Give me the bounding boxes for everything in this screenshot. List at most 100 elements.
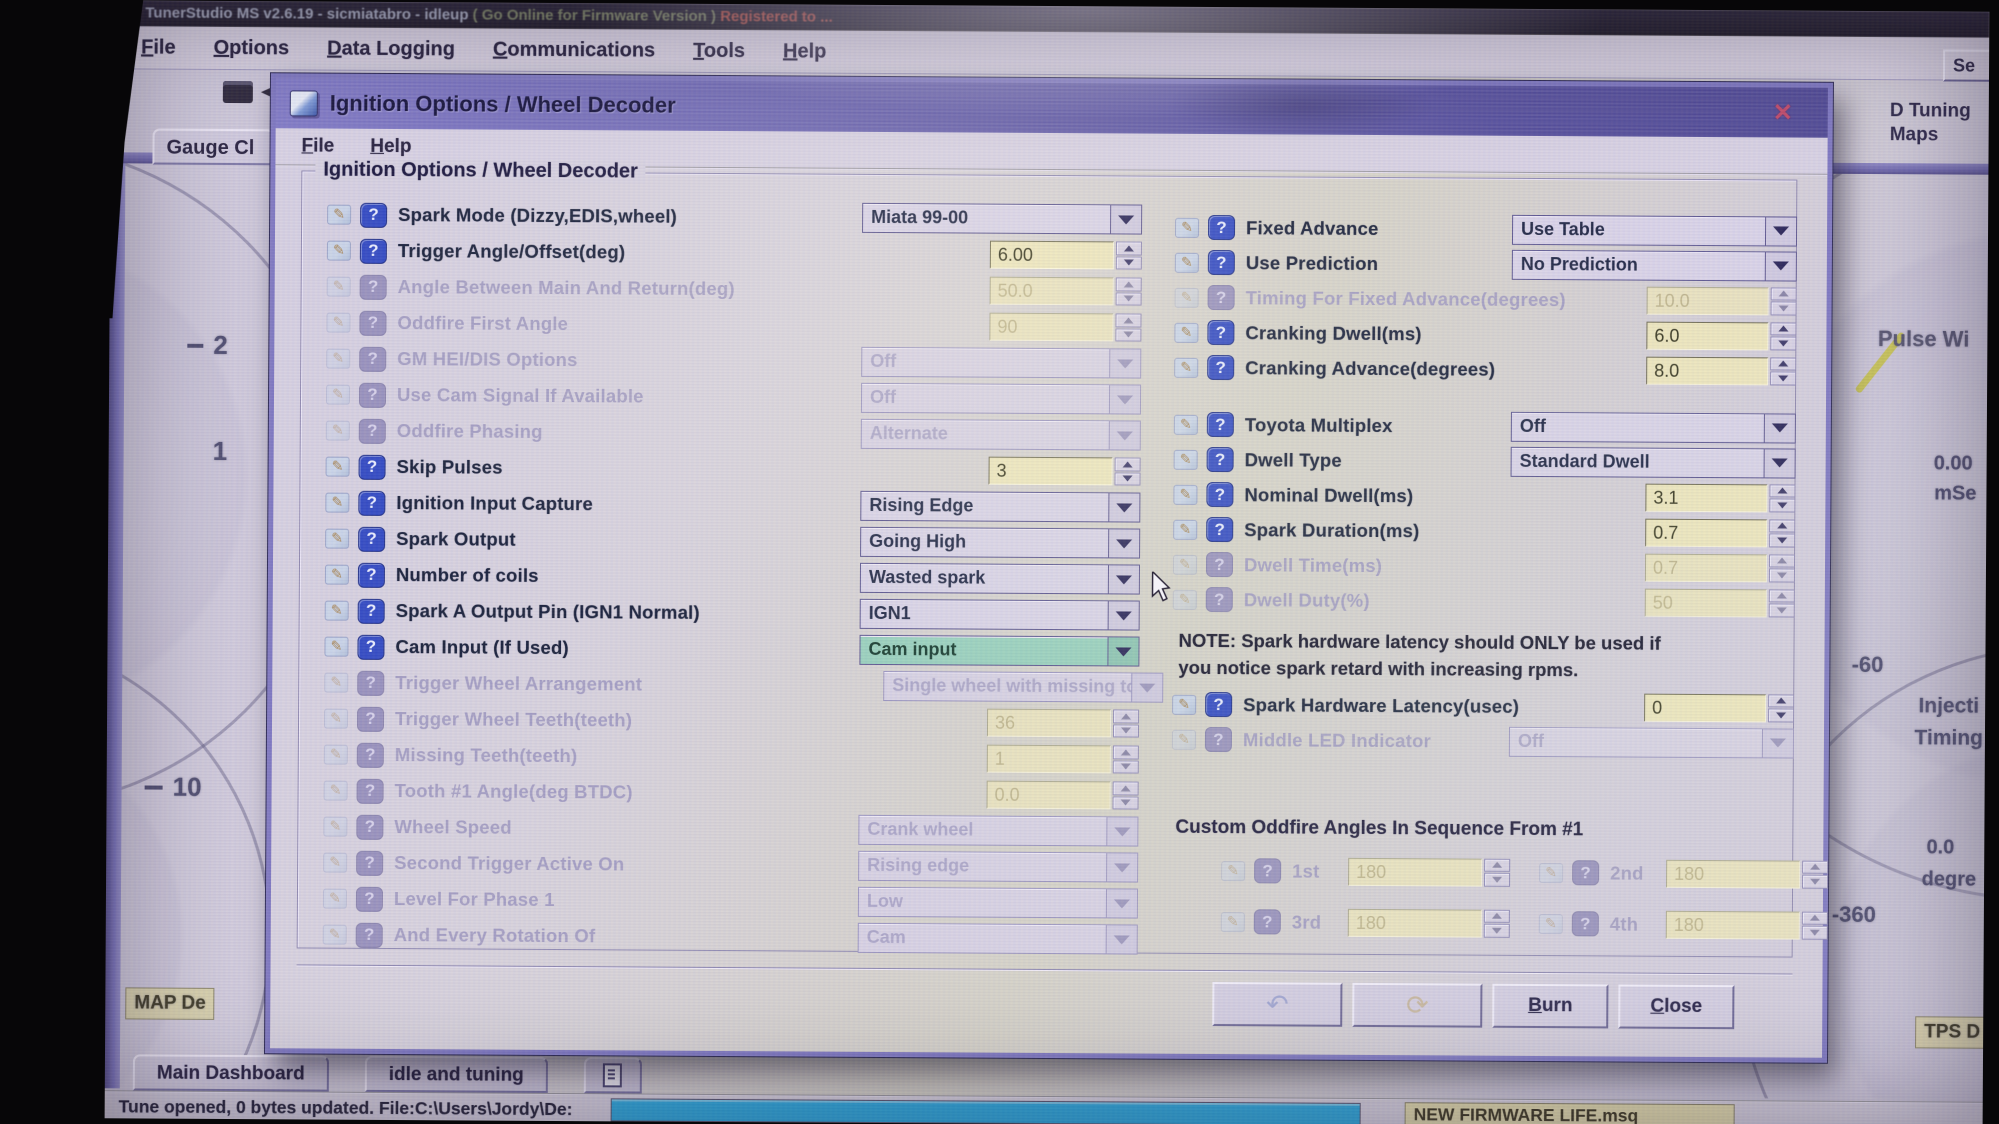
dropdown[interactable]: Rising Edge xyxy=(860,491,1140,523)
spinner-up-icon[interactable] xyxy=(1802,911,1828,925)
help-icon[interactable]: ? xyxy=(360,274,387,299)
help-icon[interactable]: ? xyxy=(359,382,386,407)
edit-pencil-icon[interactable]: ✎ xyxy=(1174,414,1198,434)
chevron-down-icon[interactable] xyxy=(1109,385,1140,413)
help-icon[interactable]: ? xyxy=(1205,727,1232,752)
edit-pencil-icon[interactable]: ✎ xyxy=(1539,914,1563,934)
help-icon[interactable]: ? xyxy=(1208,285,1235,310)
spinner-field[interactable]: 0 xyxy=(1644,693,1794,722)
spinner-value[interactable]: 10.0 xyxy=(1647,286,1769,315)
help-icon[interactable]: ? xyxy=(360,202,387,227)
edit-pencil-icon[interactable]: ✎ xyxy=(326,385,350,405)
edit-pencil-icon[interactable]: ✎ xyxy=(1174,449,1198,469)
spinner-field[interactable]: 180 xyxy=(1348,908,1510,937)
spinner-value[interactable]: 50.0 xyxy=(990,277,1114,306)
edit-pencil-icon[interactable]: ✎ xyxy=(327,205,351,225)
spinner-down-icon[interactable] xyxy=(1768,708,1794,722)
dropdown[interactable]: Cam input xyxy=(859,635,1139,667)
edit-pencil-icon[interactable]: ✎ xyxy=(1539,863,1563,883)
chevron-down-icon[interactable] xyxy=(1762,729,1793,757)
edit-pencil-icon[interactable]: ✎ xyxy=(1175,252,1199,272)
edit-pencil-icon[interactable]: ✎ xyxy=(324,781,348,801)
edit-pencil-icon[interactable]: ✎ xyxy=(326,421,350,441)
chevron-down-icon[interactable] xyxy=(1107,637,1138,665)
spinner-value[interactable]: 3.1 xyxy=(1645,483,1767,512)
spinner-down-icon[interactable] xyxy=(1484,924,1510,938)
spinner-value[interactable]: 180 xyxy=(1348,908,1482,937)
edit-pencil-icon[interactable]: ✎ xyxy=(1221,912,1245,932)
help-icon[interactable]: ? xyxy=(1205,692,1232,717)
dropdown[interactable]: Low xyxy=(858,887,1138,919)
help-icon[interactable]: ? xyxy=(1572,911,1599,936)
spinner-field[interactable]: 50 xyxy=(1645,588,1795,617)
help-icon[interactable]: ? xyxy=(1206,552,1233,577)
spinner-field[interactable]: 180 xyxy=(1348,857,1510,886)
menu-item-help[interactable]: Help xyxy=(370,136,411,158)
revert-button[interactable]: ↶ xyxy=(1212,982,1342,1027)
edit-pencil-icon[interactable]: ✎ xyxy=(1173,484,1197,504)
chevron-down-icon[interactable] xyxy=(1108,601,1139,629)
help-icon[interactable]: ? xyxy=(1207,355,1234,380)
chevron-down-icon[interactable] xyxy=(1765,252,1796,280)
spinner-up-icon[interactable] xyxy=(1484,909,1510,923)
edit-pencil-icon[interactable]: ✎ xyxy=(324,673,348,693)
spinner-value[interactable]: 180 xyxy=(1666,859,1800,888)
chevron-down-icon[interactable] xyxy=(1110,205,1141,233)
edit-pencil-icon[interactable]: ✎ xyxy=(1173,519,1197,539)
spinner-down-icon[interactable] xyxy=(1771,301,1797,315)
close-button[interactable]: Close xyxy=(1618,984,1734,1029)
edit-pencil-icon[interactable]: ✎ xyxy=(326,349,350,369)
chevron-down-icon[interactable] xyxy=(1106,889,1137,917)
spinner-up-icon[interactable] xyxy=(1768,694,1794,708)
spinner-up-icon[interactable] xyxy=(1113,745,1139,759)
spinner-down-icon[interactable] xyxy=(1484,873,1510,887)
edit-pencil-icon[interactable]: ✎ xyxy=(325,529,349,549)
spinner-field[interactable]: 6.0 xyxy=(1646,321,1796,350)
spinner-down-icon[interactable] xyxy=(1113,724,1139,738)
spinner-value[interactable]: 50 xyxy=(1645,588,1767,617)
spinner-up-icon[interactable] xyxy=(1484,858,1510,872)
spinner-value[interactable]: 1 xyxy=(987,745,1111,774)
help-icon[interactable]: ? xyxy=(356,814,383,839)
spinner-up-icon[interactable] xyxy=(1770,322,1796,336)
spinner-down-icon[interactable] xyxy=(1802,926,1828,940)
dropdown[interactable]: Off xyxy=(1509,726,1794,758)
spinner-down-icon[interactable] xyxy=(1115,328,1141,342)
dropdown[interactable]: Wasted spark xyxy=(860,563,1140,595)
spinner-up-icon[interactable] xyxy=(1770,357,1796,371)
chevron-down-icon[interactable] xyxy=(1106,817,1137,845)
dropdown[interactable]: Rising edge xyxy=(858,851,1138,883)
edit-pencil-icon[interactable]: ✎ xyxy=(327,277,351,297)
edit-pencil-icon[interactable]: ✎ xyxy=(323,889,347,909)
help-icon[interactable]: ? xyxy=(357,634,384,659)
spinner-up-icon[interactable] xyxy=(1769,484,1795,498)
spinner-down-icon[interactable] xyxy=(1116,292,1142,306)
spinner-down-icon[interactable] xyxy=(1114,472,1140,486)
edit-pencil-icon[interactable]: ✎ xyxy=(324,709,348,729)
menu-item-data-logging[interactable]: Data Logging xyxy=(327,37,455,61)
edit-pencil-icon[interactable]: ✎ xyxy=(1175,217,1199,237)
spinner-value[interactable]: 0.7 xyxy=(1645,553,1767,582)
spinner-field[interactable]: 0.7 xyxy=(1645,518,1795,547)
help-icon[interactable]: ? xyxy=(1206,517,1233,542)
edit-pencil-icon[interactable]: ✎ xyxy=(1174,357,1198,377)
menu-item-help[interactable]: Help xyxy=(783,40,826,63)
print-icon[interactable] xyxy=(223,81,253,103)
dropdown[interactable]: Standard Dwell xyxy=(1511,446,1796,478)
tab-idle-and-tuning[interactable]: idle and tuning xyxy=(365,1056,548,1093)
help-icon[interactable]: ? xyxy=(1254,909,1281,934)
spinner-value[interactable]: 90 xyxy=(989,313,1113,342)
spinner-down-icon[interactable] xyxy=(1769,533,1795,547)
edit-pencil-icon[interactable]: ✎ xyxy=(323,853,347,873)
help-icon[interactable]: ? xyxy=(358,598,385,623)
spinner-up-icon[interactable] xyxy=(1113,781,1139,795)
menu-item-file[interactable]: File xyxy=(141,36,176,59)
spinner-value[interactable]: 6.0 xyxy=(1646,321,1768,350)
dropdown[interactable]: Cam xyxy=(858,923,1138,955)
spinner-up-icon[interactable] xyxy=(1113,709,1139,723)
edit-pencil-icon[interactable]: ✎ xyxy=(325,565,349,585)
spinner-up-icon[interactable] xyxy=(1116,277,1142,291)
dropdown[interactable]: Off xyxy=(1511,411,1796,443)
chevron-down-icon[interactable] xyxy=(1109,421,1140,449)
dropdown[interactable]: Off xyxy=(861,383,1141,415)
